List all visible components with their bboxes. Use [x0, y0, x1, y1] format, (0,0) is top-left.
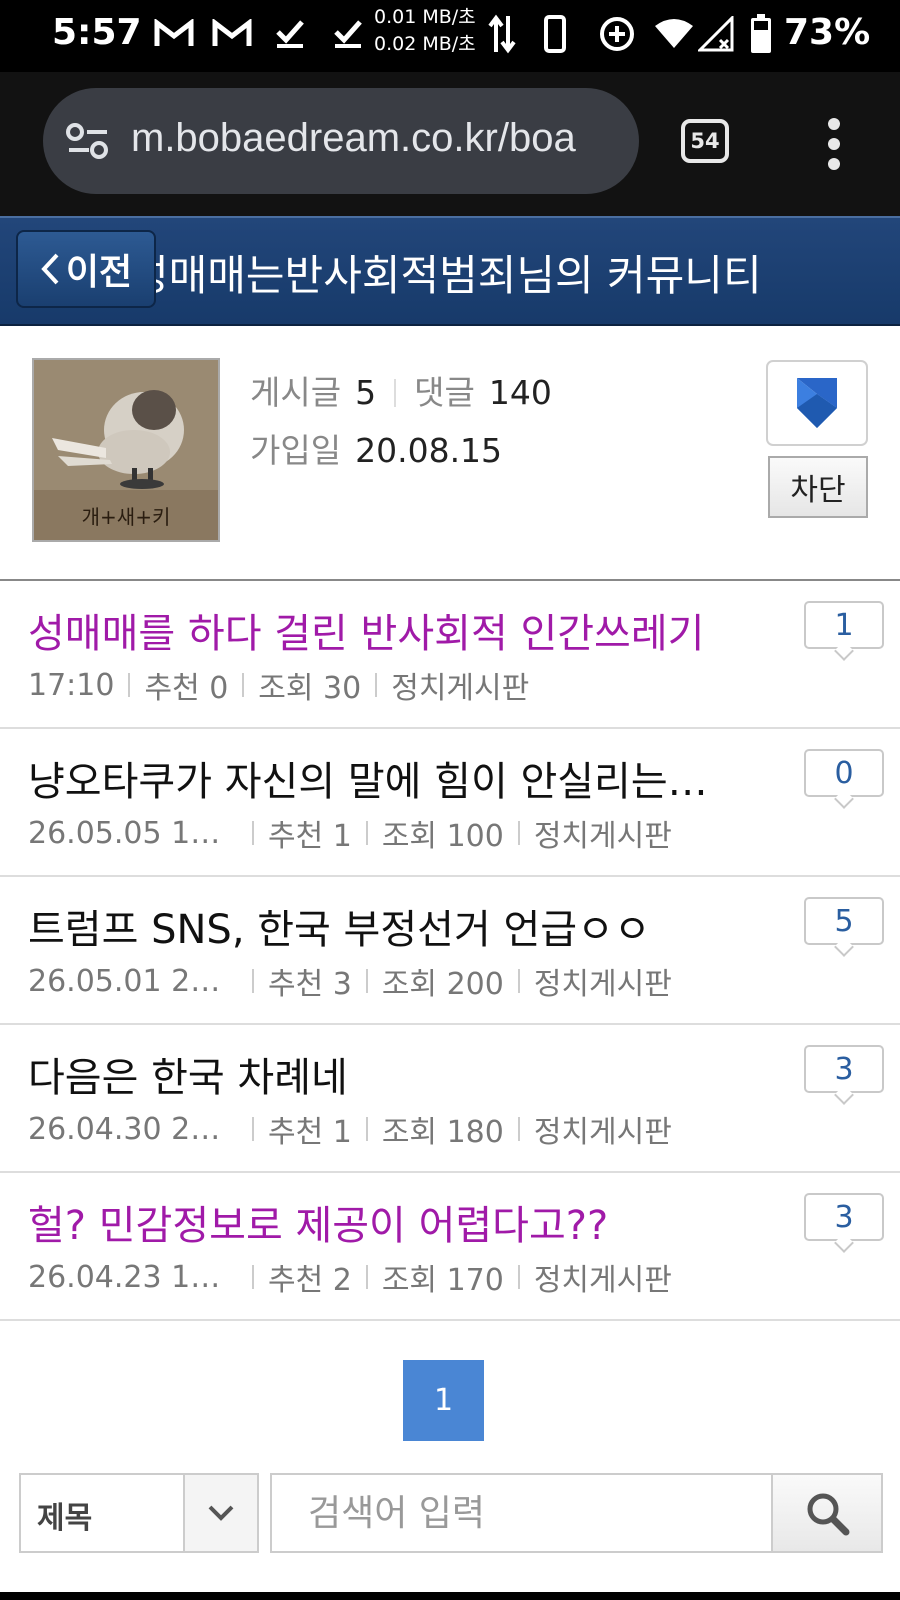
page-1-button[interactable]: 1 [403, 1360, 484, 1441]
comment-count-badge[interactable]: 0 [804, 749, 884, 797]
net-up-speed: 0.01 MB/초 [374, 6, 476, 28]
community-title: 성매매는반사회적범죄님의 커뮤니티 [130, 251, 762, 300]
block-button[interactable]: 차단 [768, 456, 868, 518]
post-board: 정치게시판 [533, 1115, 672, 1150]
back-button-label: 이전 [65, 252, 133, 293]
post-meta: 26.05.01 21:15 추천 3 조회 200 정치게시판 [28, 959, 672, 1003]
battery-icon [750, 14, 772, 54]
list-item[interactable]: 헐? 민감정보로 제공이 어렵다고?? 26.04.23 17:28 추천 2 … [0, 1173, 900, 1321]
network-speed: 0.01 MB/초 0.02 MB/초 [374, 4, 476, 58]
list-item[interactable]: 성매매를 하다 걸린 반사회적 인간쓰레기 17:10 추천 0 조회 30 정… [0, 581, 900, 729]
search-field-selected: 제목 [37, 1501, 93, 1536]
data-arrows-icon [488, 14, 516, 54]
post-views: 조회 170 [381, 1263, 504, 1298]
wifi-icon [654, 14, 694, 54]
url-text: m.bobaedream.co.kr/boa [131, 116, 576, 160]
status-time: 5:57 [52, 12, 142, 53]
post-board: 정치게시판 [533, 967, 672, 1002]
join-date-stat: 가입일 20.08.15 [250, 424, 502, 472]
site-settings-icon[interactable] [65, 119, 111, 167]
post-views: 조회 200 [381, 967, 504, 1002]
post-board: 정치게시판 [533, 1263, 672, 1298]
post-recommend: 추천 1 [268, 1115, 352, 1150]
signal-icon [698, 14, 734, 54]
joined-label: 가입일 [250, 431, 342, 470]
bottom-edge [0, 1592, 900, 1600]
comments-count: 140 [488, 373, 552, 412]
browser-menu-button[interactable] [822, 118, 846, 170]
post-views: 조회 30 [258, 671, 362, 706]
avatar-caption: 개+새+키 [81, 505, 171, 529]
comment-count-badge[interactable]: 3 [804, 1045, 884, 1093]
post-meta: 26.04.30 20:03 추천 1 조회 180 정치게시판 [28, 1107, 672, 1151]
post-title[interactable]: 헐? 민감정보로 제공이 어렵다고?? [28, 1193, 708, 1251]
net-down-speed: 0.02 MB/초 [374, 33, 476, 55]
comments-label: 댓글 [414, 373, 475, 412]
search-field-select[interactable]: 제목 [19, 1473, 259, 1553]
comment-count-badge[interactable]: 1 [804, 601, 884, 649]
post-recommend: 추천 3 [268, 967, 352, 1002]
posts-label: 게시글 [250, 373, 342, 412]
comment-count-badge[interactable]: 3 [804, 1193, 884, 1241]
post-title[interactable]: 트럼프 SNS, 한국 부정선거 언급ㅇㅇ [28, 897, 708, 955]
post-views: 조회 180 [381, 1115, 504, 1150]
search-icon [807, 1493, 850, 1536]
chevron-down-icon[interactable] [183, 1475, 257, 1551]
search-input[interactable] [270, 1473, 772, 1553]
check-icon [332, 14, 364, 54]
list-item[interactable]: 다음은 한국 차례네 26.04.30 20:03 추천 1 조회 180 정치… [0, 1025, 900, 1173]
gmail-icon [154, 14, 194, 54]
post-meta: 26.05.05 18:42 추천 1 조회 100 정치게시판 [28, 811, 672, 855]
post-time: 17:10 [28, 667, 115, 703]
phone-icon [544, 14, 566, 54]
send-message-button[interactable] [766, 360, 868, 446]
post-board: 정치게시판 [391, 671, 530, 706]
post-time: 26.04.30 20:03 [28, 1111, 238, 1147]
posts-count: 5 [355, 373, 377, 412]
back-button[interactable]: 이전 [16, 230, 156, 308]
tab-switcher-button[interactable]: 54 [681, 119, 729, 163]
list-item[interactable]: 냥오타쿠가 자신의 말에 힘이 안실리는 이유 26.05.05 18:42 추… [0, 729, 900, 877]
post-title[interactable]: 성매매를 하다 걸린 반사회적 인간쓰레기 [28, 601, 708, 659]
post-title[interactable]: 다음은 한국 차례네 [28, 1045, 708, 1103]
status-bar: 5:57 0.01 MB/초 0.02 MB/초 73% [0, 0, 900, 72]
battery-percent: 73% [784, 12, 871, 53]
post-time: 26.05.05 18:42 [28, 815, 238, 851]
browser-toolbar: m.bobaedream.co.kr/boa 54 [0, 72, 900, 216]
post-recommend: 추천 0 [144, 671, 229, 706]
check-icon [274, 14, 306, 54]
avatar: 개+새+키 [32, 358, 220, 542]
post-board: 정치게시판 [533, 819, 672, 854]
chevron-left-icon [41, 253, 59, 285]
post-comment-stats: 게시글 5 댓글 140 [250, 366, 552, 414]
post-time: 26.05.01 21:15 [28, 963, 238, 999]
message-icon [797, 378, 837, 428]
post-views: 조회 100 [381, 819, 504, 854]
profile-section: 개+새+키 게시글 5 댓글 140 가입일 20.08.15 차단 [0, 326, 900, 581]
joined-date: 20.08.15 [355, 431, 503, 470]
community-header: 성매매는반사회적범죄님의 커뮤니티 이전 [0, 216, 900, 326]
comment-count-badge[interactable]: 5 [804, 897, 884, 945]
gmail-icon [212, 14, 252, 54]
search-button[interactable] [771, 1473, 883, 1553]
list-item[interactable]: 트럼프 SNS, 한국 부정선거 언급ㅇㅇ 26.05.01 21:15 추천 … [0, 877, 900, 1025]
post-time: 26.04.23 17:28 [28, 1259, 238, 1295]
data-saver-icon [598, 14, 636, 54]
post-recommend: 추천 2 [268, 1263, 352, 1298]
post-meta: 17:10 추천 0 조회 30 정치게시판 [28, 663, 529, 707]
post-title[interactable]: 냥오타쿠가 자신의 말에 힘이 안실리는 이유 [28, 749, 708, 807]
post-meta: 26.04.23 17:28 추천 2 조회 170 정치게시판 [28, 1255, 672, 1299]
address-bar[interactable]: m.bobaedream.co.kr/boa [43, 88, 639, 194]
post-recommend: 추천 1 [268, 819, 352, 854]
